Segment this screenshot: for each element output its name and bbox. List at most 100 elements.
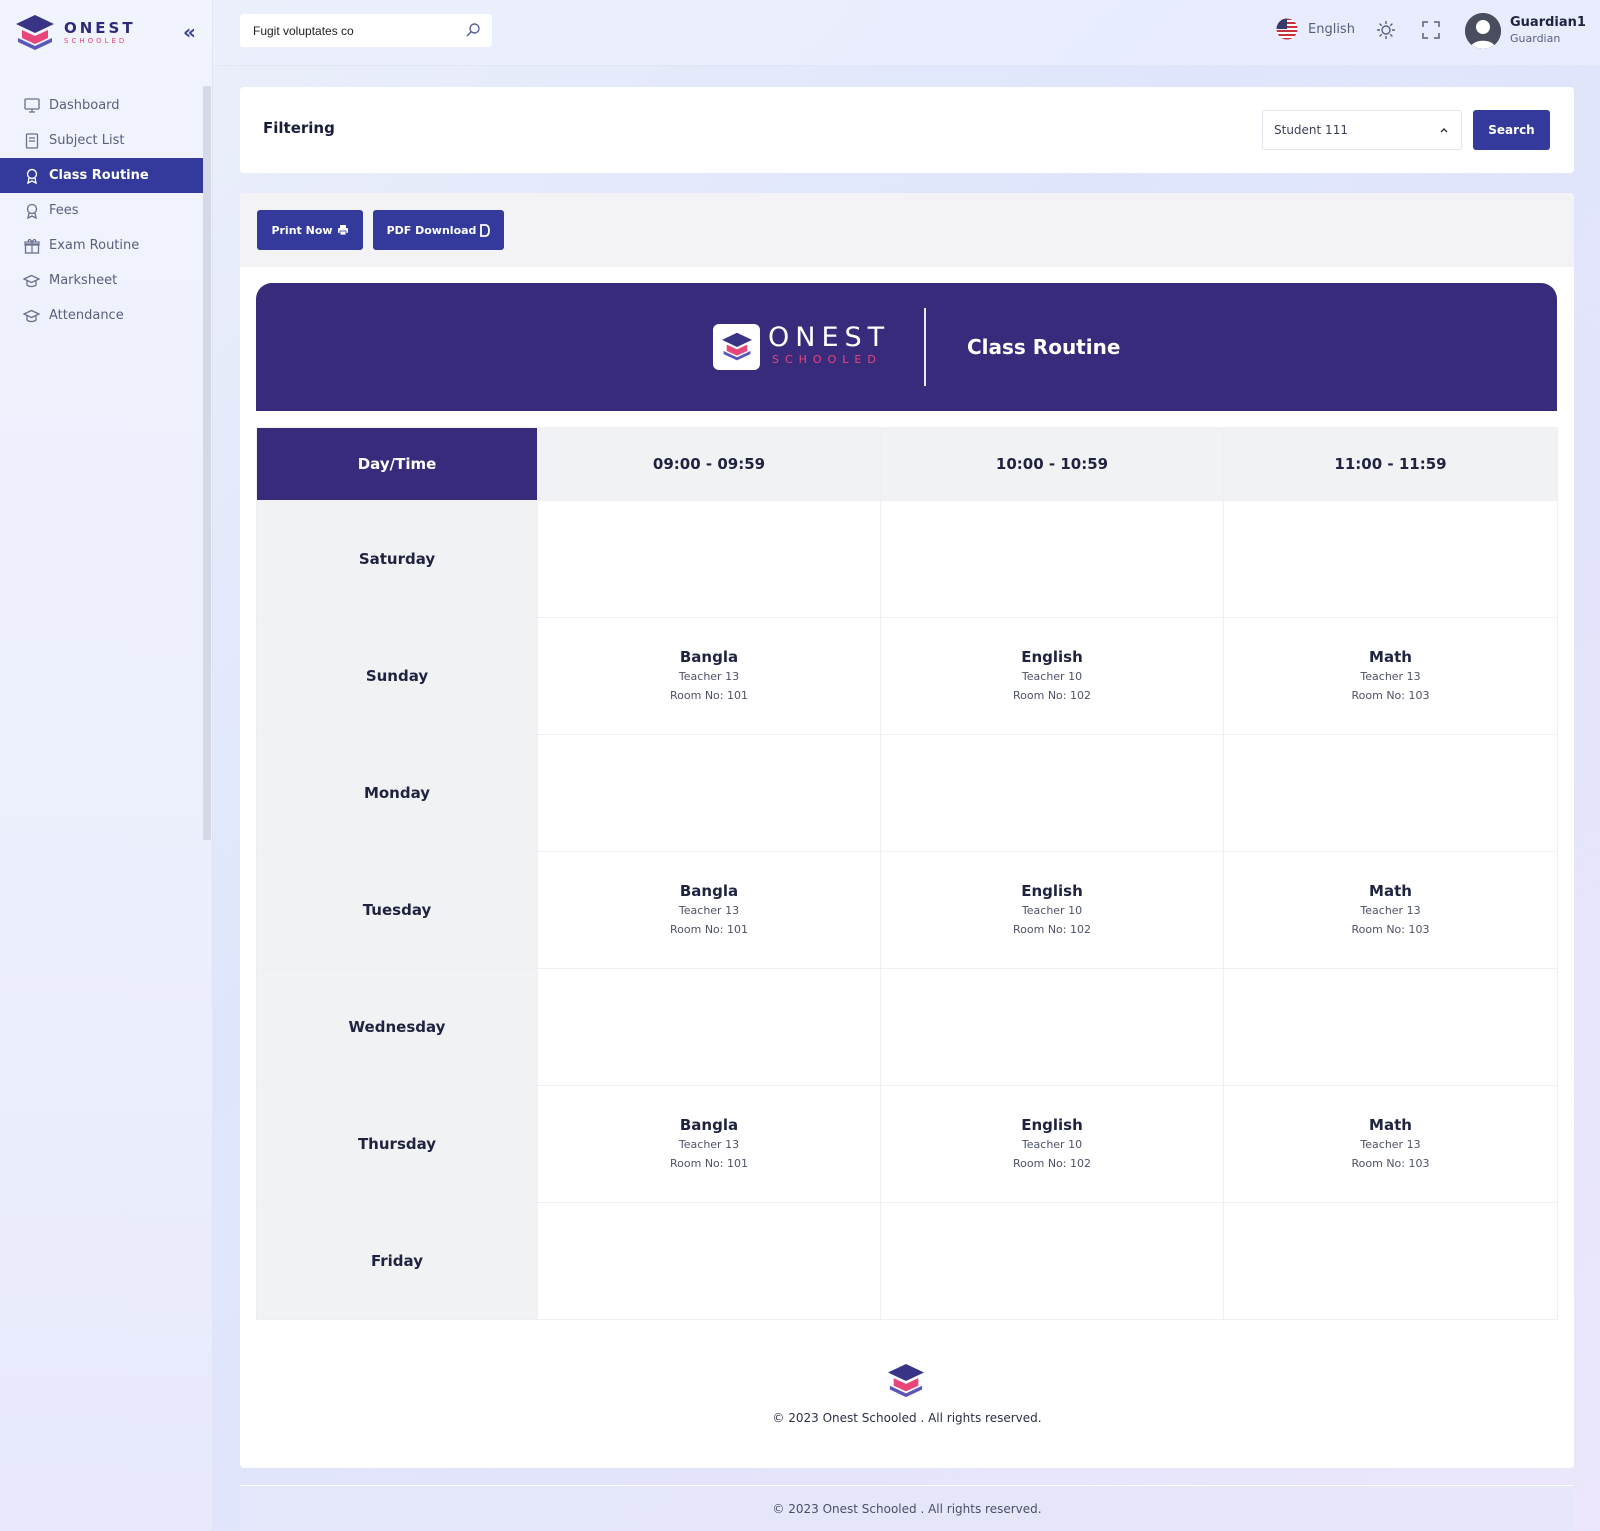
routine-cell: English Teacher 10 Room No: 102 (880, 617, 1224, 735)
graduation-cap-icon (23, 307, 40, 324)
avatar (1465, 13, 1501, 49)
search-box (240, 14, 492, 47)
routine-cell (880, 968, 1224, 1086)
routine-header-row: Day/Time 09:00 - 09:59 10:00 - 10:59 11:… (256, 427, 1558, 501)
routine-cell (880, 1202, 1224, 1320)
sidebar-nav: Dashboard Subject List Class Routine Fee… (0, 88, 203, 333)
sidebar-item-label: Dashboard (49, 98, 120, 113)
sidebar-item-dashboard[interactable]: Dashboard (0, 88, 203, 123)
sidebar-item-label: Marksheet (49, 273, 118, 288)
language-selector[interactable]: English (1276, 18, 1355, 40)
sidebar: ONEST SCHOOLED « Dashboard Subject List … (0, 0, 213, 1531)
pdf-download-button-label: PDF Download (386, 223, 477, 237)
search-icon[interactable] (465, 22, 481, 38)
day-label: Tuesday (256, 851, 538, 969)
day-label: Wednesday (256, 968, 538, 1086)
teacher-name: Teacher 13 (678, 1138, 740, 1151)
filter-title: Filtering (263, 119, 335, 137)
subject-name: English (1021, 648, 1083, 666)
room-number: Room No: 102 (1013, 689, 1091, 702)
page-footer: © 2023 Onest Schooled . All rights reser… (240, 1485, 1574, 1531)
brand-logo[interactable]: ONEST SCHOOLED (14, 14, 136, 52)
school-cap-logo-icon (888, 1363, 924, 1398)
routine-banner: ONEST SCHOOLED Class Routine (256, 283, 1557, 411)
banner-logo (713, 324, 760, 370)
sidebar-item-marksheet[interactable]: Marksheet (0, 263, 203, 298)
search-input[interactable] (253, 23, 453, 38)
room-number: Room No: 101 (670, 689, 748, 702)
room-number: Room No: 102 (1013, 1157, 1091, 1170)
subject-name: English (1021, 882, 1083, 900)
routine-row: Tuesday Bangla Teacher 13 Room No: 101 E… (256, 851, 1558, 969)
fullscreen-icon[interactable] (1422, 21, 1440, 39)
banner-brand-name: ONEST (768, 322, 891, 353)
day-label: Saturday (256, 500, 538, 618)
book-icon (23, 132, 40, 149)
routine-footer-copyright: © 2023 Onest Schooled . All rights reser… (772, 1411, 1042, 1425)
sidebar-scrollbar[interactable] (203, 86, 211, 840)
routine-cell (1223, 968, 1558, 1086)
user-role: Guardian (1510, 32, 1561, 45)
sidebar-item-label: Attendance (49, 308, 124, 323)
routine-cell (1223, 734, 1558, 852)
brand-subtitle: SCHOOLED (64, 37, 128, 45)
top-header: English Guardian1 Guardian (213, 0, 1600, 66)
routine-cell: Math Teacher 13 Room No: 103 (1223, 1085, 1558, 1203)
search-button[interactable]: Search (1473, 110, 1550, 150)
day-label: Sunday (256, 617, 538, 735)
routine-cell (880, 500, 1224, 618)
sidebar-item-label: Fees (49, 203, 79, 218)
room-number: Room No: 103 (1351, 689, 1430, 702)
sun-icon[interactable] (1376, 20, 1396, 40)
routine-cell: Math Teacher 13 Room No: 103 (1223, 851, 1558, 969)
time-slot-header: 09:00 - 09:59 (537, 427, 881, 501)
day-label: Monday (256, 734, 538, 852)
room-number: Room No: 103 (1351, 1157, 1430, 1170)
sidebar-item-attendance[interactable]: Attendance (0, 298, 203, 333)
sidebar-item-class-routine[interactable]: Class Routine (0, 158, 203, 193)
chevron-up-icon (1440, 128, 1448, 133)
routine-row: Monday (256, 734, 1558, 852)
sidebar-item-label: Subject List (49, 133, 125, 148)
teacher-name: Teacher 13 (678, 904, 740, 917)
sidebar-item-exam-routine[interactable]: Exam Routine (0, 228, 203, 263)
sidebar-item-subject-list[interactable]: Subject List (0, 123, 203, 158)
routine-row: Saturday (256, 500, 1558, 618)
graduation-cap-icon (23, 272, 40, 289)
banner-divider (924, 308, 926, 386)
award-icon (23, 167, 40, 184)
school-cap-logo-icon (721, 332, 752, 361)
subject-name: Math (1369, 882, 1412, 900)
routine-cell (537, 734, 881, 852)
teacher-name: Teacher 10 (1021, 670, 1083, 683)
filter-card: Filtering Student 111 Search (240, 87, 1574, 173)
teacher-name: Teacher 13 (1360, 904, 1421, 917)
teacher-name: Teacher 10 (1021, 904, 1083, 917)
day-time-header: Day/Time (256, 427, 538, 501)
print-button-label: Print Now (271, 223, 333, 237)
room-number: Room No: 103 (1351, 923, 1430, 936)
routine-cell: Math Teacher 13 Room No: 103 (1223, 617, 1558, 735)
routine-cell (537, 1202, 881, 1320)
time-slot-header: 10:00 - 10:59 (880, 427, 1224, 501)
routine-cell: English Teacher 10 Room No: 102 (880, 851, 1224, 969)
teacher-name: Teacher 13 (678, 670, 740, 683)
collapse-sidebar-icon[interactable]: « (183, 20, 201, 44)
teacher-name: Teacher 13 (1360, 1138, 1421, 1151)
day-label: Thursday (256, 1085, 538, 1203)
printer-icon (337, 224, 349, 236)
print-button[interactable]: Print Now (257, 210, 363, 250)
user-name: Guardian1 (1510, 15, 1586, 30)
routine-row: Friday (256, 1202, 1558, 1320)
sidebar-item-label: Exam Routine (49, 238, 140, 253)
pdf-download-button[interactable]: PDF Download (373, 210, 504, 250)
routine-cell: Bangla Teacher 13 Room No: 101 (537, 617, 881, 735)
student-select[interactable]: Student 111 (1262, 110, 1462, 150)
student-select-value: Student 111 (1274, 123, 1348, 137)
routine-cell: Bangla Teacher 13 Room No: 101 (537, 851, 881, 969)
user-menu[interactable]: Guardian1 Guardian (1465, 13, 1586, 49)
sidebar-item-fees[interactable]: Fees (0, 193, 203, 228)
routine-cell (880, 734, 1224, 852)
routine-card: Print Now PDF Download ONEST SCHOOLED Cl… (240, 193, 1574, 1468)
teacher-name: Teacher 13 (1360, 670, 1421, 683)
